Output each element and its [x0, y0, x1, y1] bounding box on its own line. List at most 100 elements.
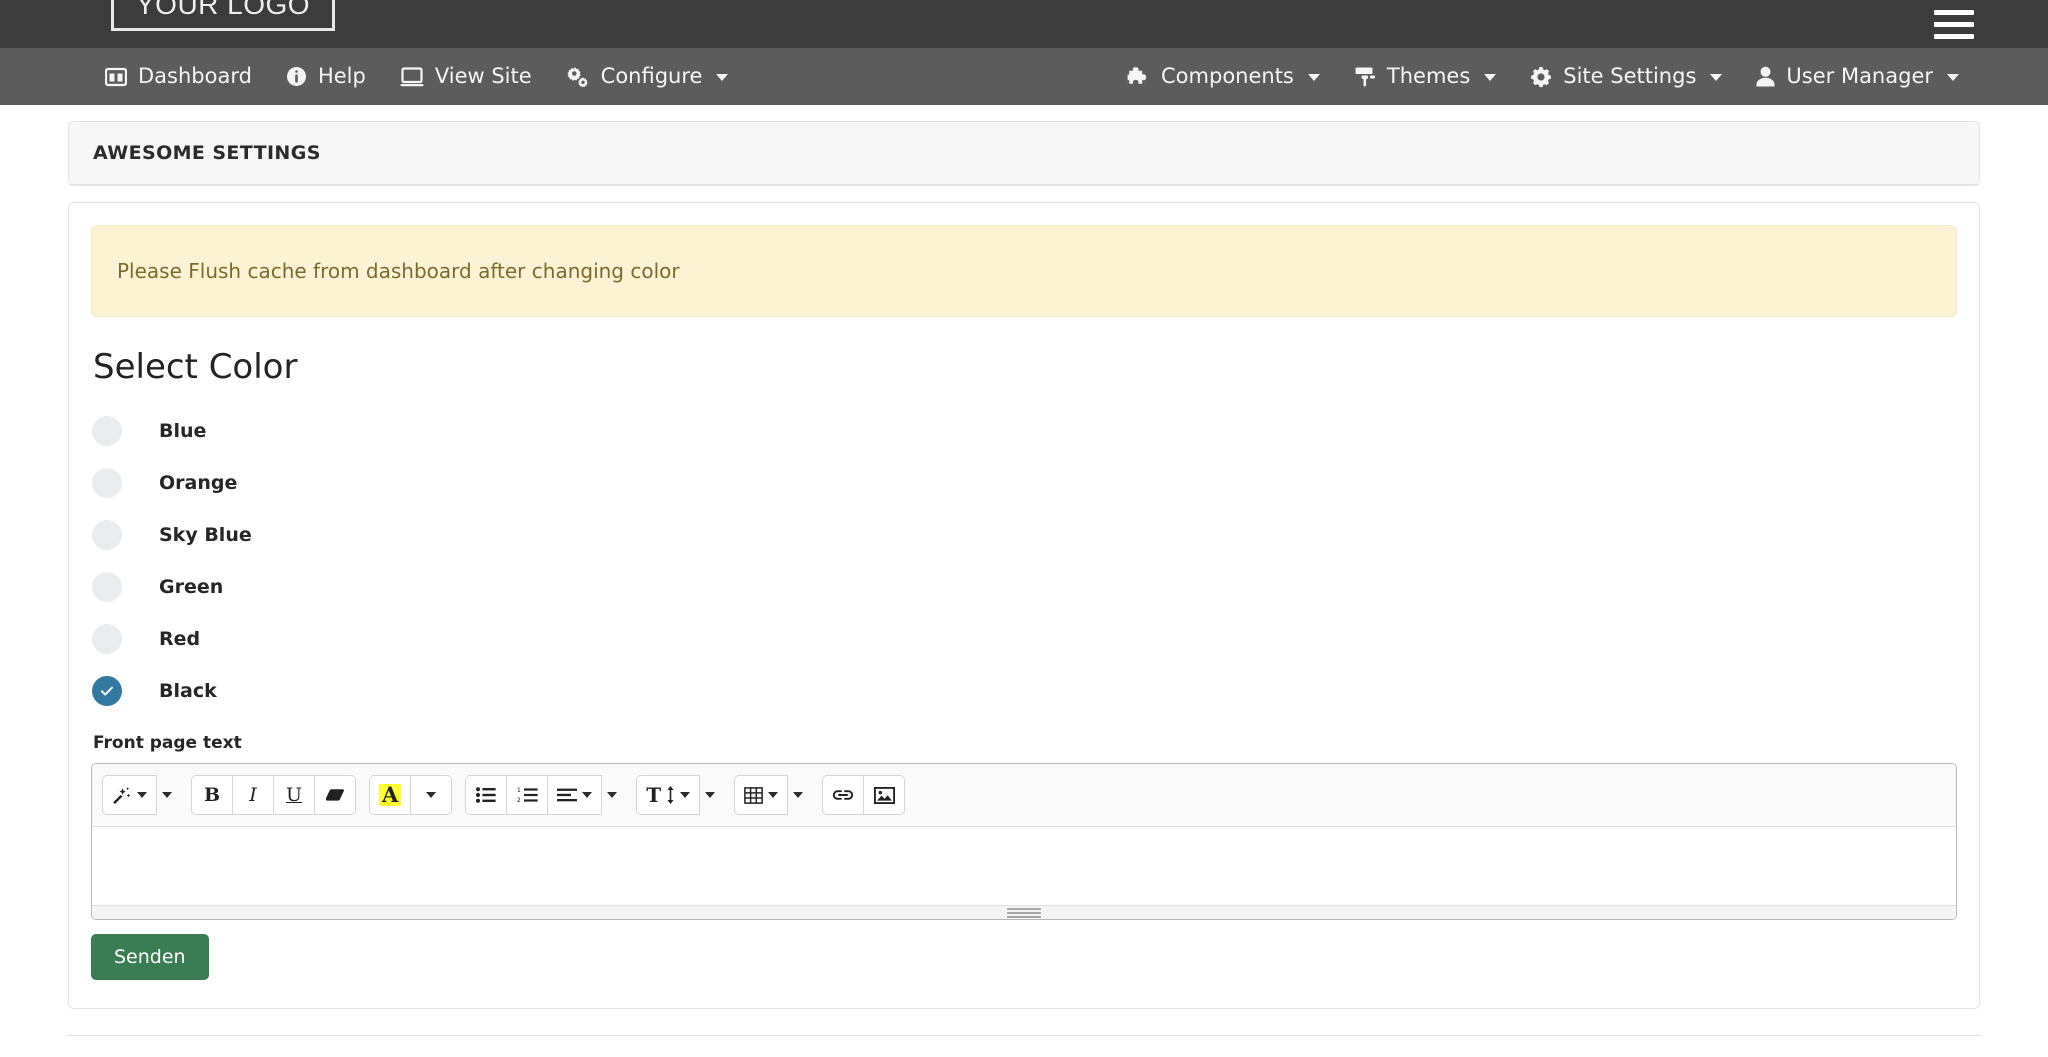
nav-item-label: Site Settings — [1563, 66, 1696, 87]
chevron-down-icon — [426, 792, 436, 798]
svg-text:2: 2 — [517, 797, 521, 803]
info-circle-icon — [286, 66, 307, 87]
bold-icon: B — [204, 784, 220, 806]
radio-indicator[interactable] — [92, 572, 122, 602]
radio-label: Green — [159, 576, 223, 598]
hamburger-menu-icon[interactable] — [1934, 0, 1974, 48]
toolbar-group-table — [734, 775, 809, 815]
nav-item-dashboard[interactable]: Dashboard — [105, 62, 269, 91]
paragraph-align-dropdown-toggle[interactable] — [601, 775, 623, 815]
underline-button[interactable]: U — [273, 775, 315, 815]
underline-icon: U — [286, 784, 302, 806]
top-header-bar: YOUR LOGO — [0, 0, 2048, 48]
table-dropdown-toggle[interactable] — [787, 775, 809, 815]
chevron-down-icon — [1484, 74, 1496, 81]
magic-wand-icon — [112, 786, 132, 804]
table-button[interactable] — [734, 775, 788, 815]
toolbar-group-style — [102, 775, 178, 815]
hamburger-bar — [1934, 10, 1974, 15]
italic-icon: I — [249, 784, 257, 806]
nav-right-group: Components Themes Site Settings User Man… — [1126, 62, 2008, 92]
settings-card-body: Please Flush cache from dashboard after … — [69, 203, 1979, 1008]
radio-indicator[interactable] — [92, 520, 122, 550]
toolbar-group-font: B I U — [191, 775, 356, 815]
cogs-icon — [566, 66, 590, 88]
grip-line — [1007, 912, 1041, 914]
svg-text:1: 1 — [517, 787, 521, 794]
check-icon — [99, 683, 115, 699]
alert-message: Please Flush cache from dashboard after … — [117, 259, 680, 283]
page-title-card: AWESOME SETTINGS — [68, 121, 1980, 186]
radio-option-black[interactable]: Black — [91, 665, 1957, 717]
nav-left-group: Dashboard Help View Site — [105, 62, 745, 92]
settings-card: Please Flush cache from dashboard after … — [68, 202, 1980, 1009]
radio-option-red[interactable]: Red — [91, 613, 1957, 665]
paragraph-align-button[interactable] — [547, 775, 602, 815]
dashboard-columns-icon — [105, 67, 127, 87]
page-title: AWESOME SETTINGS — [69, 122, 1979, 185]
unordered-list-icon — [476, 787, 496, 803]
magic-wand-button[interactable] — [102, 775, 157, 815]
nav-item-label: View Site — [435, 66, 532, 87]
eraser-icon — [326, 787, 345, 803]
updown-arrow-icon — [666, 786, 675, 804]
radio-label: Black — [159, 680, 217, 702]
line-height-button[interactable]: T — [636, 775, 700, 815]
remove-format-button[interactable] — [314, 775, 356, 815]
table-icon — [744, 787, 763, 804]
radio-indicator[interactable] — [92, 416, 122, 446]
radio-indicator[interactable] — [92, 468, 122, 498]
ordered-list-button[interactable]: 12 — [506, 775, 548, 815]
font-color-dropdown-toggle[interactable] — [410, 775, 452, 815]
align-left-icon — [557, 788, 577, 802]
chevron-down-icon — [716, 74, 728, 81]
line-height-icon: T — [646, 783, 661, 807]
hamburger-bar — [1934, 22, 1974, 27]
radio-indicator[interactable] — [92, 624, 122, 654]
rich-text-editor: B I U A — [91, 763, 1957, 920]
editor-toolbar: B I U A — [92, 764, 1956, 827]
unordered-list-button[interactable] — [465, 775, 507, 815]
radio-option-green[interactable]: Green — [91, 561, 1957, 613]
magic-wand-dropdown-toggle[interactable] — [156, 775, 178, 815]
chevron-down-icon — [1710, 74, 1722, 81]
font-color-button[interactable]: A — [369, 775, 411, 815]
chevron-down-icon — [1947, 74, 1959, 81]
nav-item-site-settings[interactable]: Site Settings — [1513, 62, 1739, 92]
editor-content-area[interactable] — [92, 827, 1956, 905]
font-color-icon: A — [379, 784, 401, 806]
nav-item-themes[interactable]: Themes — [1337, 62, 1513, 92]
line-height-dropdown-toggle[interactable] — [699, 775, 721, 815]
picture-icon — [874, 787, 895, 804]
chevron-down-icon — [1308, 74, 1320, 81]
user-icon — [1756, 66, 1775, 87]
radio-option-orange[interactable]: Orange — [91, 457, 1957, 509]
nav-item-configure[interactable]: Configure — [549, 62, 746, 92]
editor-resize-handle[interactable] — [1007, 908, 1041, 918]
grip-line — [1007, 916, 1041, 918]
nav-item-components[interactable]: Components — [1126, 62, 1337, 92]
page-content: AWESOME SETTINGS Please Flush cache from… — [0, 121, 2048, 1009]
desktop-icon — [400, 67, 424, 87]
toolbar-group-color: A — [369, 775, 452, 815]
ordered-list-icon: 12 — [517, 787, 538, 803]
nav-item-label: Help — [318, 66, 366, 87]
nav-item-label: Themes — [1387, 66, 1470, 87]
insert-image-button[interactable] — [863, 775, 905, 815]
site-logo[interactable]: YOUR LOGO — [111, 0, 335, 31]
nav-item-label: User Manager — [1786, 66, 1933, 87]
radio-label: Blue — [159, 420, 206, 442]
chevron-down-icon — [705, 792, 715, 798]
chevron-down-icon — [768, 792, 778, 798]
nav-item-help[interactable]: Help — [269, 62, 383, 91]
radio-option-blue[interactable]: Blue — [91, 405, 1957, 457]
insert-link-button[interactable] — [822, 775, 864, 815]
italic-button[interactable]: I — [232, 775, 274, 815]
front-page-text-label: Front page text — [93, 733, 1957, 753]
nav-item-user-manager[interactable]: User Manager — [1739, 62, 1976, 91]
radio-indicator[interactable] — [92, 676, 122, 706]
bold-button[interactable]: B — [191, 775, 233, 815]
nav-item-view-site[interactable]: View Site — [383, 62, 549, 91]
radio-option-sky-blue[interactable]: Sky Blue — [91, 509, 1957, 561]
submit-button[interactable]: Senden — [91, 934, 209, 980]
